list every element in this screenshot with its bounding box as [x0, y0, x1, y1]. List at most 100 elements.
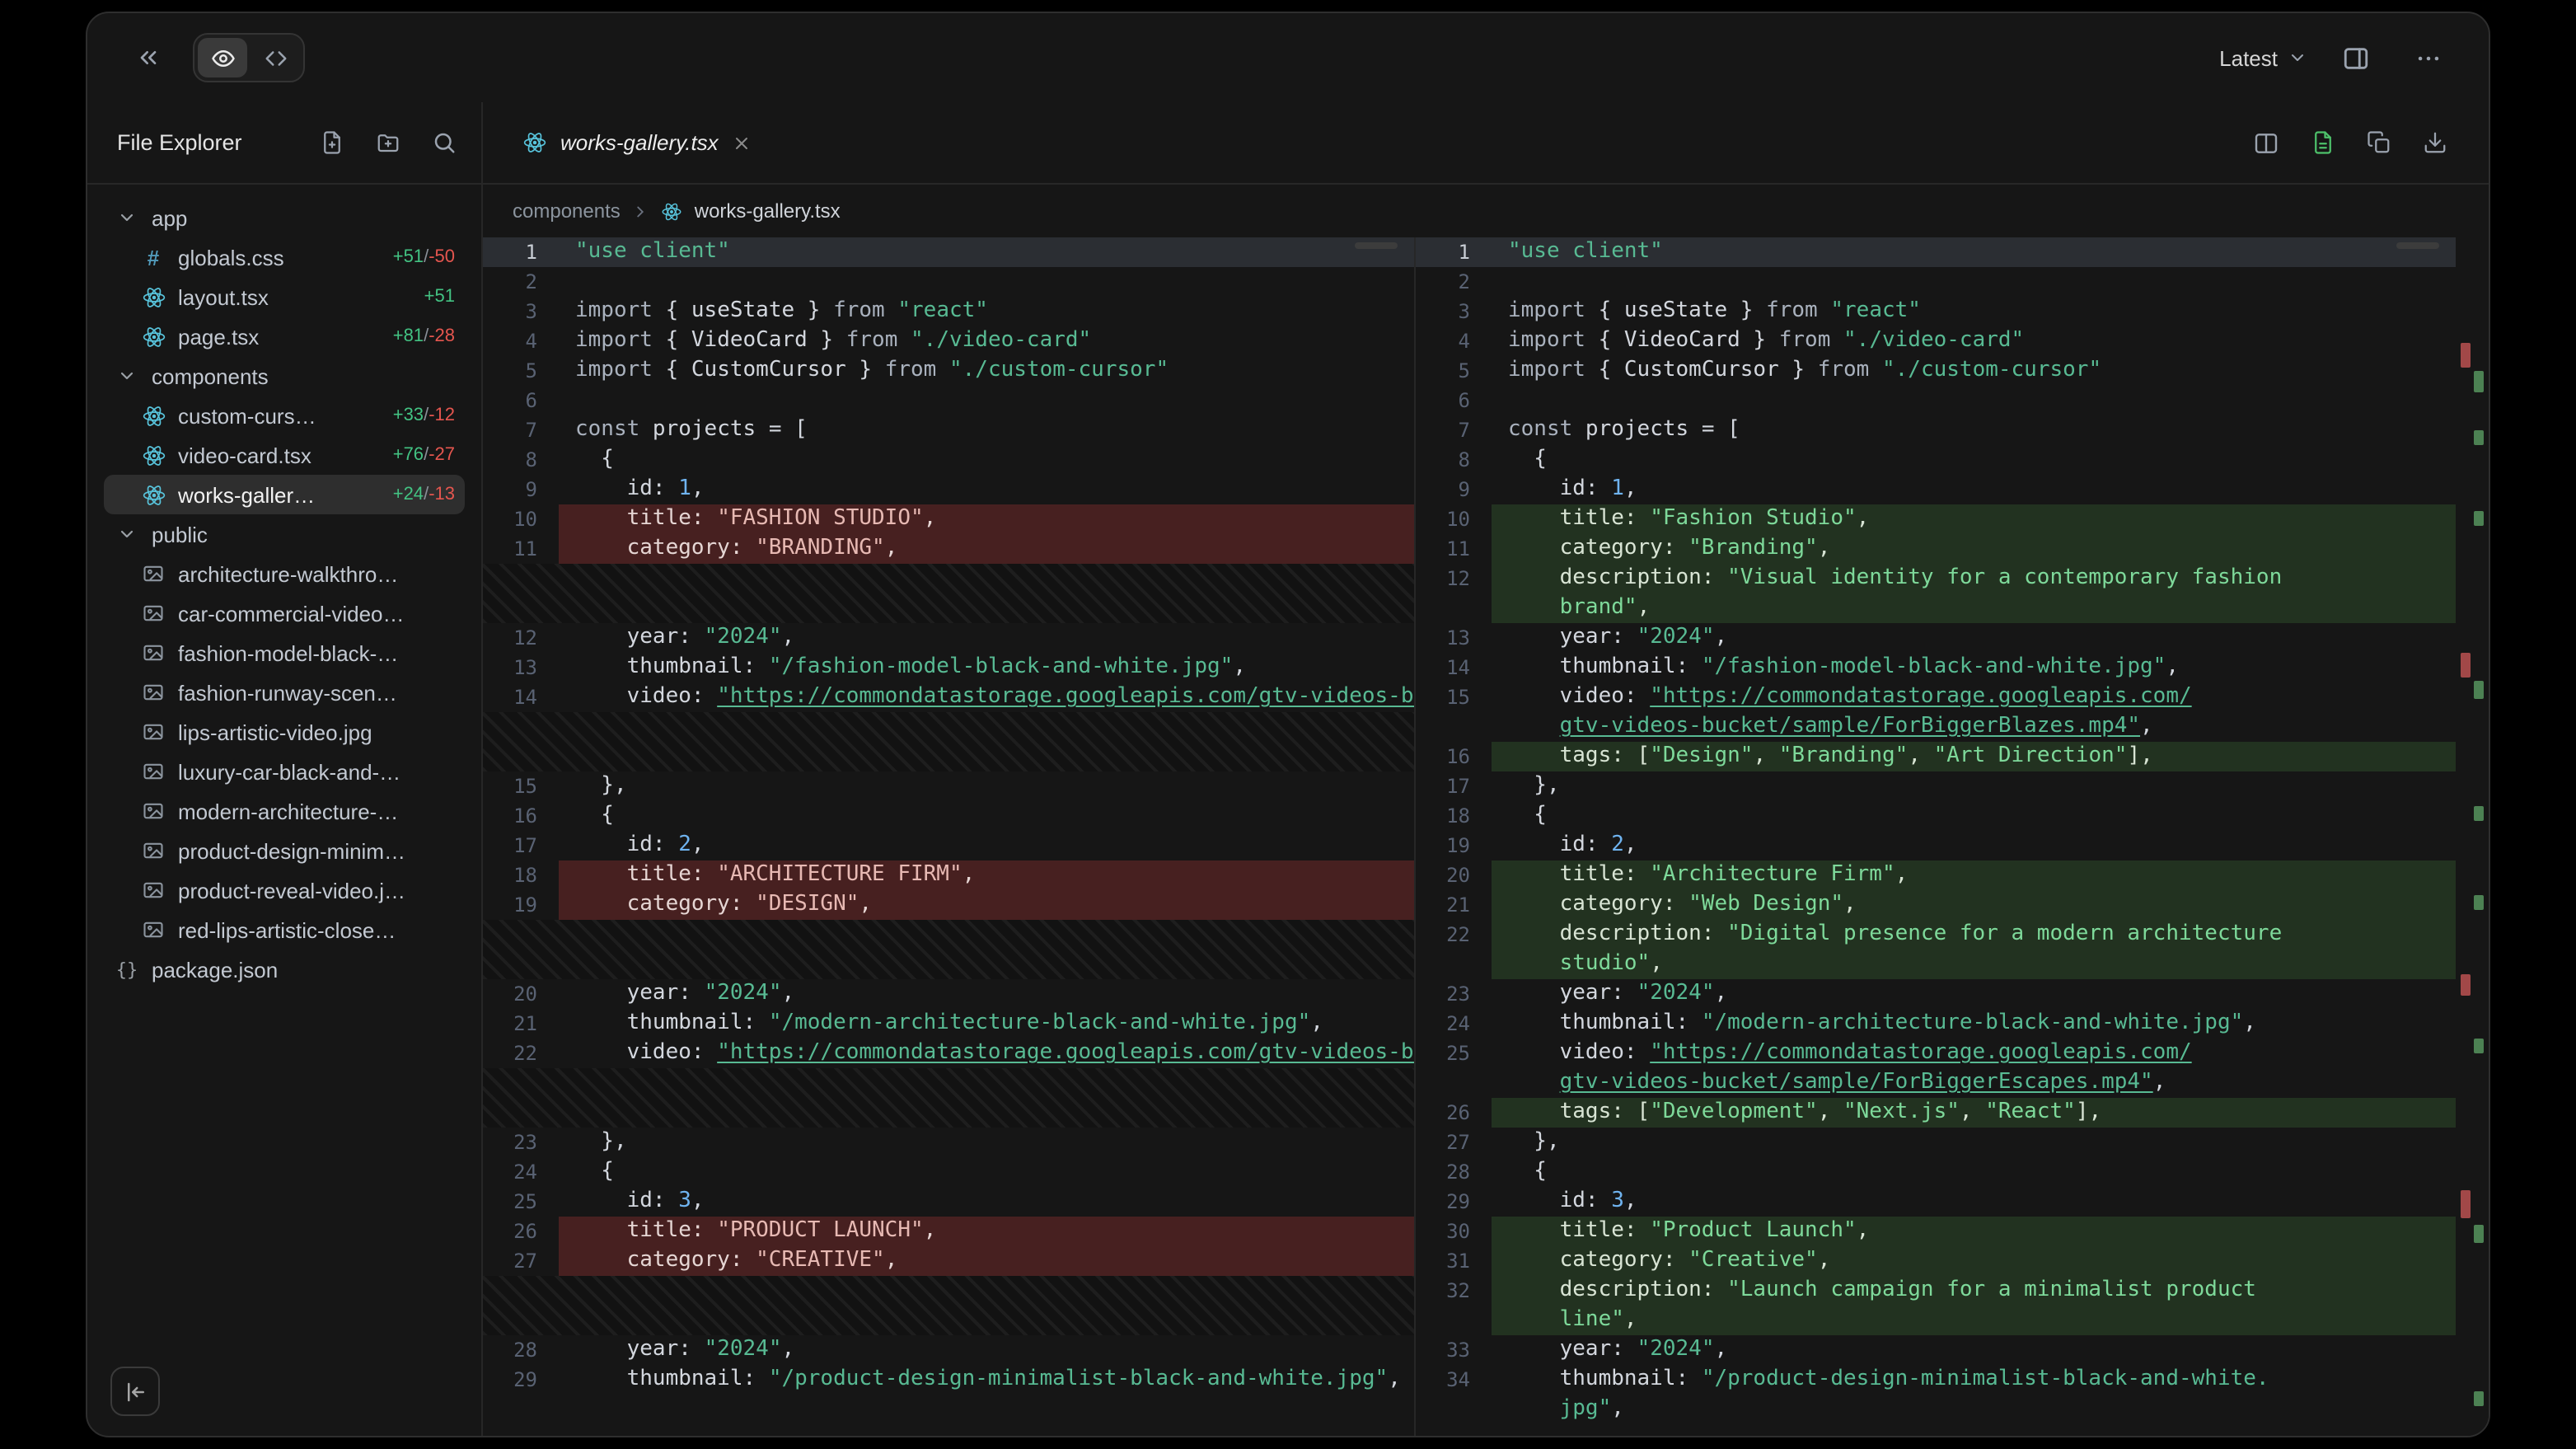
split-view-button[interactable]: [2241, 120, 2291, 166]
code-line[interactable]: 23 year: "2024",: [1416, 979, 2456, 1009]
diff-modified-pane[interactable]: 1"use client"23import { useState } from …: [1416, 237, 2456, 1436]
more-options-button[interactable]: [2403, 35, 2452, 81]
code-line[interactable]: 21 category: "Web Design",: [1416, 890, 2456, 920]
code-line[interactable]: 24 thumbnail: "/modern-architecture-blac…: [1416, 1009, 2456, 1039]
tree-file-package.json[interactable]: {}package.json: [104, 950, 465, 989]
breadcrumb-file[interactable]: works-gallery.tsx: [695, 199, 841, 223]
code-line[interactable]: 1"use client": [1416, 237, 2456, 267]
code-line[interactable]: jpg",: [1416, 1395, 2456, 1424]
code-line[interactable]: 11 category: "Branding",: [1416, 534, 2456, 564]
code-line[interactable]: 17 id: 2,: [483, 831, 1414, 860]
code-line[interactable]: brand",: [1416, 593, 2456, 623]
code-line[interactable]: gtv-videos-bucket/sample/ForBiggerEscape…: [1416, 1068, 2456, 1098]
file-changes-button[interactable]: [2297, 120, 2347, 166]
tree-file-fashion-model-black-[interactable]: fashion-model-black-…: [104, 633, 465, 673]
code-line[interactable]: 14 video: "https://commondatastorage.goo…: [483, 682, 1414, 712]
tree-file-modern-architecture-[interactable]: modern-architecture-…: [104, 791, 465, 831]
code-line[interactable]: 1"use client": [483, 237, 1414, 267]
tree-file-car-commercial-video[interactable]: car-commercial-video…: [104, 593, 465, 633]
code-line[interactable]: 2: [1416, 267, 2456, 297]
code-line[interactable]: 28 year: "2024",: [483, 1335, 1414, 1365]
copy-button[interactable]: [2354, 120, 2403, 166]
code-line[interactable]: 13 year: "2024",: [1416, 623, 2456, 653]
code-line[interactable]: 16 tags: ["Design", "Branding", "Art Dir…: [1416, 742, 2456, 771]
tree-file-globals.css[interactable]: #globals.css+51/-50: [104, 237, 465, 277]
code-line[interactable]: 3import { useState } from "react": [483, 297, 1414, 326]
code-line[interactable]: 31 category: "Creative",: [1416, 1246, 2456, 1276]
code-line[interactable]: 12 description: "Visual identity for a c…: [1416, 564, 2456, 593]
tree-file-layout.tsx[interactable]: layout.tsx+51: [104, 277, 465, 317]
code-line[interactable]: 9 id: 1,: [1416, 475, 2456, 504]
diff-original-pane[interactable]: 1"use client"23import { useState } from …: [483, 237, 1416, 1436]
tree-file-lips-artistic-video.jpg[interactable]: lips-artistic-video.jpg: [104, 712, 465, 752]
code-line[interactable]: 25 video: "https://commondatastorage.goo…: [1416, 1039, 2456, 1068]
code-line[interactable]: 34 thumbnail: "/product-design-minimalis…: [1416, 1365, 2456, 1395]
code-line[interactable]: 5import { CustomCursor } from "./custom-…: [483, 356, 1414, 386]
code-line[interactable]: line",: [1416, 1306, 2456, 1335]
code-line[interactable]: 20 year: "2024",: [483, 979, 1414, 1009]
code-line[interactable]: 25 id: 3,: [483, 1187, 1414, 1217]
code-line[interactable]: 6: [1416, 386, 2456, 415]
tab-works-gallery[interactable]: works-gallery.tsx: [506, 120, 768, 165]
tree-file-product-reveal-video.j[interactable]: product-reveal-video.j…: [104, 870, 465, 910]
code-line[interactable]: 2: [483, 267, 1414, 297]
code-line[interactable]: 29 id: 3,: [1416, 1187, 2456, 1217]
code-line[interactable]: 20 title: "Architecture Firm",: [1416, 860, 2456, 890]
tree-file-video-card.tsx[interactable]: video-card.tsx+76/-27: [104, 435, 465, 475]
code-line[interactable]: 7const projects = [: [1416, 415, 2456, 445]
new-file-button[interactable]: [310, 120, 353, 166]
tree-file-architecture-walkthro[interactable]: architecture-walkthro…: [104, 554, 465, 593]
code-line[interactable]: 11 category: "BRANDING",: [483, 534, 1414, 564]
code-line[interactable]: 14 thumbnail: "/fashion-model-black-and-…: [1416, 653, 2456, 682]
tree-folder-components[interactable]: components: [104, 356, 465, 396]
tree-file-custom-curs[interactable]: custom-curs…+33/-12: [104, 396, 465, 435]
horizontal-scrollbar[interactable]: [1355, 242, 1398, 249]
code-line[interactable]: 12 year: "2024",: [483, 623, 1414, 653]
code-line[interactable]: 19 id: 2,: [1416, 831, 2456, 860]
code-line[interactable]: 7const projects = [: [483, 415, 1414, 445]
code-line[interactable]: 4import { VideoCard } from "./video-card…: [483, 326, 1414, 356]
tree-file-works-galler[interactable]: works-galler…+24/-13: [104, 475, 465, 514]
code-line[interactable]: gtv-videos-bucket/sample/ForBiggerBlazes…: [1416, 712, 2456, 742]
code-line[interactable]: 13 thumbnail: "/fashion-model-black-and-…: [483, 653, 1414, 682]
code-line[interactable]: 8 {: [483, 445, 1414, 475]
code-line[interactable]: 10 title: "Fashion Studio",: [1416, 504, 2456, 534]
search-files-button[interactable]: [422, 120, 465, 166]
code-line[interactable]: 8 {: [1416, 445, 2456, 475]
code-line[interactable]: 28 {: [1416, 1157, 2456, 1187]
code-line[interactable]: 22 video: "https://commondatastorage.goo…: [483, 1039, 1414, 1068]
version-selector[interactable]: Latest: [2219, 45, 2307, 70]
code-line[interactable]: 4import { VideoCard } from "./video-card…: [1416, 326, 2456, 356]
tree-file-product-design-minim[interactable]: product-design-minim…: [104, 831, 465, 870]
tree-file-red-lips-artistic-close[interactable]: red-lips-artistic-close…: [104, 910, 465, 950]
code-line[interactable]: 27 category: "CREATIVE",: [483, 1246, 1414, 1276]
new-folder-button[interactable]: [366, 120, 409, 166]
tree-folder-app[interactable]: app: [104, 198, 465, 237]
code-line[interactable]: 30 title: "Product Launch",: [1416, 1217, 2456, 1246]
tree-file-page.tsx[interactable]: page.tsx+81/-28: [104, 317, 465, 356]
code-line[interactable]: studio",: [1416, 950, 2456, 979]
code-line[interactable]: 9 id: 1,: [483, 475, 1414, 504]
code-line[interactable]: 16 {: [483, 801, 1414, 831]
overview-ruler[interactable]: [2456, 237, 2489, 1436]
code-line[interactable]: 22 description: "Digital presence for a …: [1416, 920, 2456, 950]
tree-file-luxury-car-black-and-[interactable]: luxury-car-black-and-…: [104, 752, 465, 791]
code-line[interactable]: 29 thumbnail: "/product-design-minimalis…: [483, 1365, 1414, 1395]
code-line[interactable]: 23 },: [483, 1128, 1414, 1157]
code-toggle-button[interactable]: [251, 38, 300, 77]
code-line[interactable]: 15 video: "https://commondatastorage.goo…: [1416, 682, 2456, 712]
code-line[interactable]: 27 },: [1416, 1128, 2456, 1157]
tree-folder-public[interactable]: public: [104, 514, 465, 554]
code-line[interactable]: 18 title: "ARCHITECTURE FIRM",: [483, 860, 1414, 890]
collapse-panel-button[interactable]: [124, 35, 173, 81]
code-line[interactable]: 18 {: [1416, 801, 2456, 831]
code-line[interactable]: 21 thumbnail: "/modern-architecture-blac…: [483, 1009, 1414, 1039]
code-line[interactable]: 19 category: "DESIGN",: [483, 890, 1414, 920]
code-line[interactable]: 26 tags: ["Development", "Next.js", "Rea…: [1416, 1098, 2456, 1128]
tree-file-fashion-runway-scen[interactable]: fashion-runway-scen…: [104, 673, 465, 712]
code-line[interactable]: 24 {: [483, 1157, 1414, 1187]
code-line[interactable]: 32 description: "Launch campaign for a m…: [1416, 1276, 2456, 1306]
code-line[interactable]: 26 title: "PRODUCT LAUNCH",: [483, 1217, 1414, 1246]
code-line[interactable]: 33 year: "2024",: [1416, 1335, 2456, 1365]
download-button[interactable]: [2410, 120, 2459, 166]
